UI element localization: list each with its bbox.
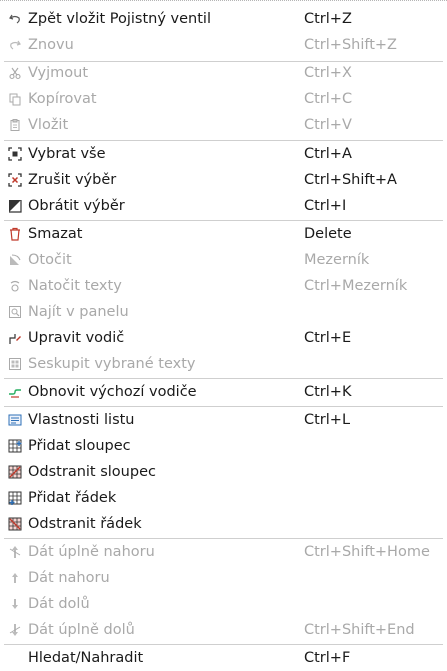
menu-item-rotate[interactable]: Otočit Mezerník [0, 247, 447, 273]
menu-item-label: Obnovit výchozí vodiče [28, 384, 197, 400]
menu-item-select-all[interactable]: Vybrat vše Ctrl+A [0, 141, 447, 167]
sheet-properties-icon [8, 413, 22, 427]
bring-to-front-icon [8, 545, 22, 559]
send-to-back-icon [8, 623, 22, 637]
menu-item-rotate-texts[interactable]: Natočit texty Ctrl+Mezerník [0, 273, 447, 299]
undo-icon [8, 12, 22, 26]
menu-item-label: Zrušit výběr [28, 172, 117, 188]
menu-item-label: Kopírovat [28, 91, 97, 107]
menu-item-label: Vyjmout [28, 65, 89, 81]
cut-icon [8, 66, 22, 80]
menu-item-label: Dát dolů [28, 596, 90, 612]
menu-item-label: Přidat řádek [28, 490, 117, 506]
menu-item-find-in-panel[interactable]: Najít v panelu [0, 299, 447, 325]
menu-item-sheet-properties[interactable]: Vlastnosti listu Ctrl+L [0, 407, 447, 433]
menu-item-label: Otočit [28, 252, 72, 268]
menu-item-label: Znovu [28, 37, 74, 53]
menu-item-copy[interactable]: Kopírovat Ctrl+C [0, 86, 447, 112]
menu-item-shortcut: Ctrl+Shift+End [304, 622, 415, 638]
menu-item-shortcut: Ctrl+Mezerník [304, 278, 408, 294]
select-all-icon [8, 147, 22, 161]
menu-item-remove-row[interactable]: Odstranit řádek [0, 511, 447, 537]
lower-icon [8, 597, 22, 611]
copy-icon [8, 92, 22, 106]
remove-row-icon [8, 517, 22, 531]
menu-item-label: Vlastnosti listu [28, 412, 135, 428]
menu-item-shortcut: Ctrl+Shift+A [304, 172, 397, 188]
menu-item-remove-column[interactable]: Odstranit sloupec [0, 459, 447, 485]
find-replace-icon [8, 651, 22, 665]
menu-item-shortcut: Ctrl+Shift+Home [304, 544, 430, 560]
menu-item-shortcut: Ctrl+Z [304, 11, 352, 27]
find-in-panel-icon [8, 305, 22, 319]
menu-item-label: Dát nahoru [28, 570, 110, 586]
edit-context-menu: Zpět vložit Pojistný ventil Ctrl+Z Znovu… [0, 0, 447, 669]
menu-item-find-replace[interactable]: Hledat/Nahradit Ctrl+F [0, 645, 447, 671]
menu-item-invert-selection[interactable]: Obrátit výběr Ctrl+I [0, 193, 447, 219]
menu-item-reset-conductors[interactable]: Obnovit výchozí vodiče Ctrl+K [0, 379, 447, 405]
menu-item-shortcut: Ctrl+C [304, 91, 353, 107]
menu-item-label: Zpět vložit Pojistný ventil [28, 11, 211, 27]
menu-item-label: Přidat sloupec [28, 438, 131, 454]
menu-item-paste[interactable]: Vložit Ctrl+V [0, 112, 447, 138]
menu-item-shortcut: Ctrl+Shift+Z [304, 37, 397, 53]
menu-item-shortcut: Ctrl+V [304, 117, 352, 133]
menu-item-label: Natočit texty [28, 278, 122, 294]
menu-item-add-row[interactable]: Přidat řádek [0, 485, 447, 511]
menu-item-send-to-back[interactable]: Dát úplně dolů Ctrl+Shift+End [0, 617, 447, 643]
invert-selection-icon [8, 199, 22, 213]
add-row-icon [8, 491, 22, 505]
menu-item-raise[interactable]: Dát nahoru [0, 565, 447, 591]
menu-item-shortcut: Ctrl+I [304, 198, 347, 214]
menu-item-shortcut: Ctrl+F [304, 650, 351, 666]
menu-item-label: Odstranit sloupec [28, 464, 156, 480]
menu-item-label: Hledat/Nahradit [28, 650, 144, 666]
group-texts-icon [8, 357, 22, 371]
menu-item-label: Dát úplně nahoru [28, 544, 155, 560]
menu-item-add-column[interactable]: Přidat sloupec [0, 433, 447, 459]
add-column-icon [8, 439, 22, 453]
rotate-icon [8, 253, 22, 267]
menu-item-bring-to-front[interactable]: Dát úplně nahoru Ctrl+Shift+Home [0, 539, 447, 565]
menu-item-shortcut: Mezerník [304, 252, 370, 268]
menu-item-deselect[interactable]: Zrušit výběr Ctrl+Shift+A [0, 167, 447, 193]
rotate-text-icon [8, 279, 22, 293]
menu-item-shortcut: Ctrl+K [304, 384, 352, 400]
menu-item-shortcut: Ctrl+L [304, 412, 351, 428]
reset-conductors-icon [8, 385, 22, 399]
menu-item-label: Obrátit výběr [28, 198, 125, 214]
menu-item-label: Dát úplně dolů [28, 622, 135, 638]
remove-column-icon [8, 465, 22, 479]
menu-item-label: Smazat [28, 226, 83, 242]
menu-item-undo[interactable]: Zpět vložit Pojistný ventil Ctrl+Z [0, 6, 447, 32]
menu-item-lower[interactable]: Dát dolů [0, 591, 447, 617]
delete-icon [8, 227, 22, 241]
raise-icon [8, 571, 22, 585]
menu-item-edit-conductor[interactable]: Upravit vodič Ctrl+E [0, 325, 447, 351]
menu-item-group-texts[interactable]: Seskupit vybrané texty [0, 351, 447, 377]
menu-item-label: Odstranit řádek [28, 516, 142, 532]
menu-item-redo[interactable]: Znovu Ctrl+Shift+Z [0, 32, 447, 58]
edit-conductor-icon [8, 331, 22, 345]
menu-item-delete[interactable]: Smazat Delete [0, 221, 447, 247]
deselect-icon [8, 173, 22, 187]
menu-item-shortcut: Delete [304, 226, 352, 242]
menu-item-shortcut: Ctrl+A [304, 146, 352, 162]
menu-item-label: Vybrat vše [28, 146, 106, 162]
paste-icon [8, 118, 22, 132]
menu-item-label: Vložit [28, 117, 69, 133]
menu-item-label: Najít v panelu [28, 304, 129, 320]
menu-item-label: Upravit vodič [28, 330, 125, 346]
menu-item-cut[interactable]: Vyjmout Ctrl+X [0, 60, 447, 86]
menu-item-label: Seskupit vybrané texty [28, 356, 196, 372]
menu-item-shortcut: Ctrl+E [304, 330, 352, 346]
menu-item-shortcut: Ctrl+X [304, 65, 352, 81]
redo-icon [8, 38, 22, 52]
